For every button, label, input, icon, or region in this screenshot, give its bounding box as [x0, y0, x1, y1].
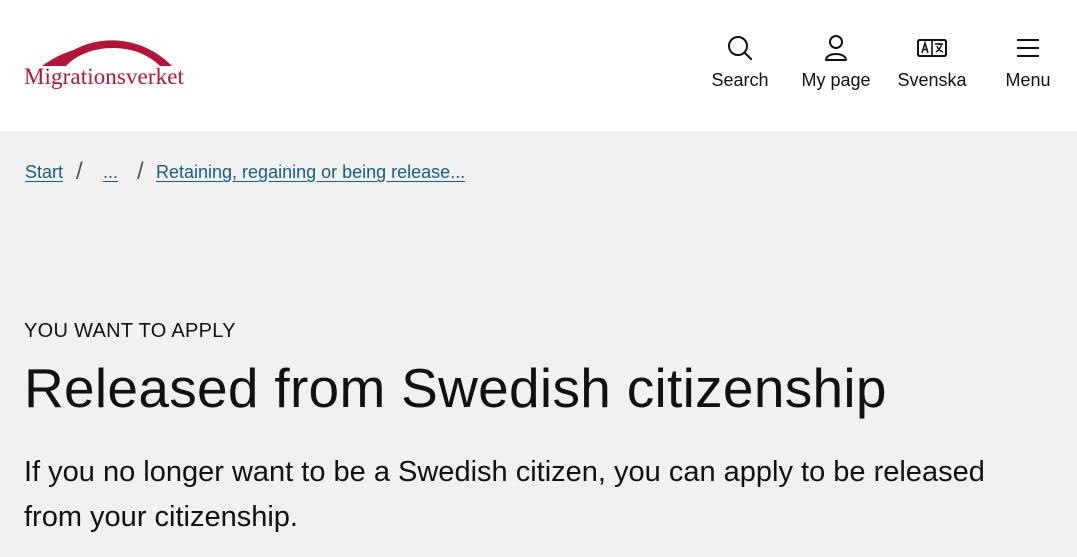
language-label: Svenska — [897, 70, 967, 90]
breadcrumb-start[interactable]: Start — [25, 162, 63, 183]
page-lead: If you no longer want to be a Swedish ci… — [24, 456, 985, 533]
my-page-label: My page — [801, 70, 871, 90]
menu-label: Menu — [1005, 70, 1051, 90]
breadcrumb-separator: / — [76, 158, 83, 185]
search-icon — [728, 36, 753, 61]
hamburger-menu-icon — [1017, 39, 1039, 57]
migrationsverket-logo[interactable]: Migrationsverket — [24, 30, 194, 96]
page-kicker: YOU WANT TO APPLY — [24, 320, 236, 342]
page-title: Released from Swedish citizenship — [24, 357, 887, 419]
search-button[interactable]: Search — [700, 30, 780, 100]
breadcrumb-ellipsis[interactable]: ... — [103, 162, 118, 183]
search-label: Search — [711, 70, 769, 90]
my-page-button[interactable]: My page — [792, 30, 880, 100]
menu-button[interactable]: Menu — [990, 30, 1066, 100]
user-icon — [825, 35, 847, 61]
breadcrumb-separator: / — [137, 158, 144, 185]
breadcrumb-current[interactable]: Retaining, regaining or being release... — [156, 162, 465, 183]
language-button[interactable]: Svenska — [888, 30, 976, 100]
logo-arc-icon — [42, 40, 172, 66]
logo-wordmark: Migrationsverket — [24, 64, 185, 89]
site-header: Migrationsverket Search My page Svenska — [0, 0, 1077, 131]
translate-icon — [917, 39, 947, 57]
